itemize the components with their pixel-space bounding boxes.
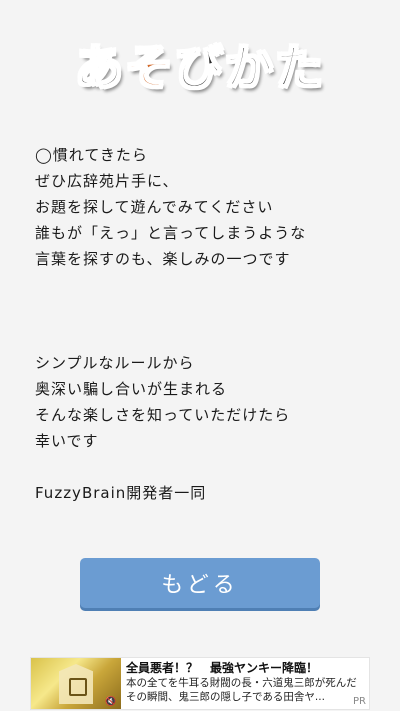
ad-banner[interactable]: 🔇 全員悪者！？ 最強ヤンキー降臨！ 本の全てを牛耳る財閥の長・六道鬼三郎が死ん… [30,657,370,710]
text-line: 言葉を探すのも、楽しみの一つです [35,250,291,268]
paragraph-message: シンプルなルールから 奥深い騙し合いが生まれる そんな楽しさを知っていただけたら… [35,350,375,454]
title-char-5: た [274,39,326,97]
page-title: あそびかた [0,38,400,98]
ad-thumbnail-image: 🔇 [31,658,121,709]
ad-body-line-1: 本の全てを牛耳る財閥の長・六道鬼三郎が死んだ [126,677,357,689]
text-line: シンプルなルールから [35,354,195,372]
ad-tile-mark [69,678,87,696]
text-line: ぜひ広辞苑片手に、 [35,172,179,190]
paragraph-tips: ◯慣れてきたら ぜひ広辞苑片手に、 お題を探して遊んでみてください 誰もが「えっ… [35,142,375,272]
title-char-3: び [174,39,225,97]
back-button-label: もどる [161,573,239,598]
text-line: お題を探して遊んでみてください [35,198,274,216]
ad-pr-label: PR [353,696,366,707]
text-line: 幸いです [35,432,99,450]
text-line: そんな楽しさを知っていただけたら [35,406,291,424]
ad-body-line-2: その瞬間、鬼三郎の隠し子である田舎ヤ... [126,691,325,703]
signature: FuzzyBrain開発者一同 [35,480,375,506]
back-button[interactable]: もどる [80,558,320,608]
text-line: 奥深い騙し合いが生まれる [35,380,228,398]
signature-text: FuzzyBrain開発者一同 [35,484,207,502]
text-line: 誰もが「えっ」と言ってしまうような [35,224,307,242]
instructions-text: ◯慣れてきたら ぜひ広辞苑片手に、 お題を探して遊んでみてください 誰もが「えっ… [35,142,375,506]
ad-title: 全員悪者！？ 最強ヤンキー降臨！ [126,661,319,675]
speaker-mute-icon[interactable]: 🔇 [105,697,116,707]
title-char-1: あ [74,39,125,97]
title-char-4: か [224,39,276,97]
ad-text: 全員悪者！？ 最強ヤンキー降臨！ 本の全てを牛耳る財閥の長・六道鬼三郎が死んだ … [121,658,369,709]
text-line: ◯慣れてきたら [35,146,148,164]
title-char-2: そ [124,39,175,97]
